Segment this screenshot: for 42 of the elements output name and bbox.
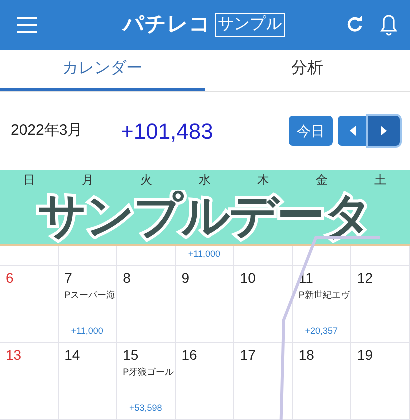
today-button[interactable]: 今日 (289, 116, 333, 146)
weekday-label: 金 (316, 172, 328, 189)
day-number[interactable]: 10 (240, 268, 256, 289)
day-number[interactable]: 17 (240, 345, 256, 366)
right-triangle-icon (381, 126, 387, 136)
weekday-label: 土 (374, 172, 387, 189)
day-amount: +53,598 (130, 402, 162, 414)
day-number[interactable]: 14 (64, 345, 80, 366)
tab[interactable]: カレンダー (0, 50, 205, 91)
weekday-label: 日 (23, 172, 36, 189)
month-total: +101,483 (121, 118, 214, 146)
day-number[interactable]: 12 (357, 268, 373, 289)
month-label: 2022年3月 (11, 120, 84, 141)
previous-button[interactable] (338, 116, 368, 146)
weekday-label: 火 (140, 172, 152, 189)
shop-name: Pスーパー海 (64, 289, 116, 302)
weekday-label: 木 (258, 172, 270, 189)
day-number[interactable]: 18 (298, 345, 314, 366)
tab[interactable]: 分析 (205, 50, 410, 91)
day-amount: +20,357 (305, 324, 338, 338)
day-number[interactable]: 13 (6, 345, 22, 366)
app-title: パチレコ (123, 12, 211, 38)
shop-name: P牙狼ゴール (123, 366, 174, 379)
weekday-label: 月 (82, 172, 94, 189)
left-triangle-icon (350, 126, 356, 136)
next-button[interactable] (368, 116, 400, 146)
day-number[interactable]: 9 (182, 268, 190, 289)
sample-badge: サンプル (215, 13, 285, 37)
day-number[interactable]: 15 (123, 345, 139, 366)
bell-icon[interactable] (380, 14, 398, 36)
day-number[interactable]: 19 (357, 345, 373, 366)
shop-name: P新世紀エヴ (298, 289, 350, 302)
sample-data-banner: サンプルデータ (0, 190, 410, 246)
day-number[interactable]: 7 (64, 268, 72, 289)
day-amount: +11,000 (188, 248, 221, 260)
weekday-label: 水 (198, 172, 211, 189)
day-number[interactable]: 6 (6, 268, 14, 289)
day-number[interactable]: 16 (182, 345, 198, 366)
refresh-icon[interactable] (346, 16, 364, 34)
day-number[interactable]: 8 (123, 268, 131, 289)
day-amount: +11,000 (71, 324, 104, 338)
menu-icon[interactable] (16, 16, 38, 34)
